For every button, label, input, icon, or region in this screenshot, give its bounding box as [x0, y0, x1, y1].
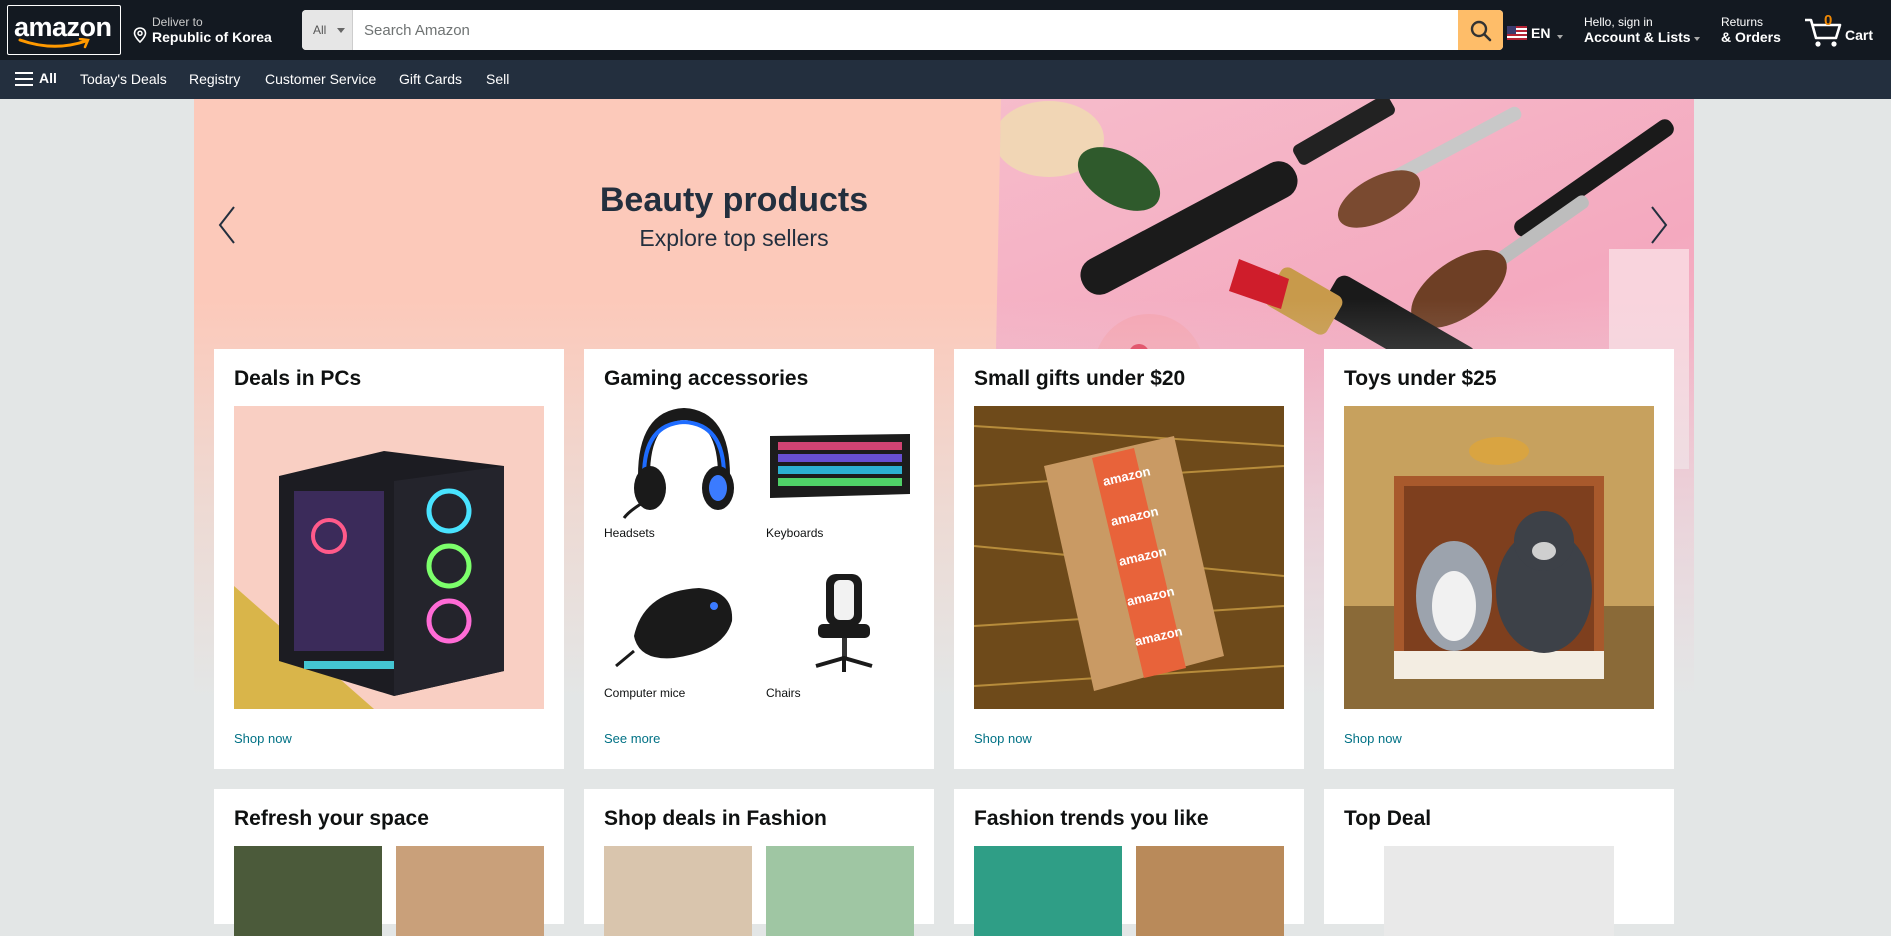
card-gaming-accessories: Gaming accessories Headsets Keyboards Co…	[584, 349, 934, 769]
plush-toys-image[interactable]	[1344, 406, 1654, 709]
returns-orders[interactable]: Returns & Orders	[1721, 13, 1791, 49]
card-fashion-trends: Fashion trends you like	[954, 789, 1304, 936]
cart[interactable]: 0 Cart	[1803, 10, 1883, 50]
card-shop-deals-fashion: Shop deals in Fashion	[584, 789, 934, 936]
nav-link-gift-cards[interactable]: Gift Cards	[399, 71, 462, 87]
gaming-item-caption: Keyboards	[766, 526, 824, 540]
search-input[interactable]	[354, 10, 1429, 50]
card-deals-in-pcs: Deals in PCs Shop now	[214, 349, 564, 769]
amazon-box-image[interactable]: amazon amazon amazon amazon amazon	[974, 406, 1284, 709]
logo-smile-icon	[18, 38, 90, 49]
orders-label: & Orders	[1721, 29, 1781, 45]
gaming-item-caption: Computer mice	[604, 686, 686, 700]
us-flag-icon	[1507, 26, 1527, 40]
dropdown-caret-icon	[337, 28, 345, 33]
top-deal-product-image[interactable]	[1384, 846, 1614, 936]
deliver-to-country: Republic of Korea	[152, 29, 272, 45]
tshirt-image[interactable]	[766, 846, 914, 936]
sub-nav: All Today's Deals Registry Customer Serv…	[0, 60, 1891, 99]
pc-case-image[interactable]	[234, 406, 544, 709]
nav-link-customer-service[interactable]: Customer Service	[265, 71, 376, 87]
account-label: Account & Lists	[1584, 29, 1691, 45]
card-title: Top Deal	[1344, 807, 1432, 830]
cart-label: Cart	[1845, 27, 1874, 43]
gaming-item-caption: Chairs	[766, 686, 801, 700]
orange-top-image[interactable]	[1136, 846, 1284, 936]
chair-image	[766, 566, 914, 682]
cart-icon	[1805, 18, 1842, 47]
card-toys-under-25: Toys under $25 Shop now	[1324, 349, 1674, 769]
hamburger-menu-icon	[15, 72, 33, 86]
card-top-deal: Top Deal	[1324, 789, 1674, 936]
search-department-label: All	[313, 23, 327, 37]
returns-label: Returns	[1721, 15, 1764, 29]
patterned-pants-image[interactable]	[974, 846, 1122, 936]
card-title: Shop deals in Fashion	[604, 807, 827, 830]
see-more-link[interactable]: See more	[604, 731, 660, 746]
card-title: Fashion trends you like	[974, 807, 1209, 830]
search-bar: All	[302, 10, 1503, 50]
card-title: Small gifts under $20	[974, 367, 1186, 390]
card-title: Toys under $25	[1344, 367, 1497, 390]
home-decor-image[interactable]	[234, 846, 382, 936]
card-refresh-your-space: Refresh your space	[214, 789, 564, 936]
shop-now-link[interactable]: Shop now	[974, 731, 1032, 746]
jeans-image[interactable]	[604, 846, 752, 936]
gaming-item-caption: Headsets	[604, 526, 655, 540]
keyboard-image	[766, 406, 914, 522]
language-code: EN	[1531, 25, 1551, 41]
search-icon	[1470, 20, 1492, 42]
all-menu-label: All	[39, 70, 57, 86]
towel-rack-image[interactable]	[396, 846, 544, 936]
location-pin-icon	[133, 27, 147, 43]
headset-image	[604, 406, 752, 522]
hero-title: Beauty products	[599, 181, 869, 219]
hero-subtitle: Explore top sellers	[639, 225, 829, 251]
account-caret-icon	[1694, 37, 1700, 41]
nav-link-sell[interactable]: Sell	[486, 71, 509, 87]
carousel-prev-icon[interactable]	[212, 203, 242, 247]
top-nav: amazon Deliver to Republic of Korea All	[0, 0, 1891, 60]
account-lists[interactable]: Hello, sign in Account & Lists	[1584, 13, 1704, 49]
deliver-to-label: Deliver to	[152, 15, 203, 29]
mouse-image	[604, 566, 752, 682]
card-title: Gaming accessories	[604, 367, 809, 390]
language-caret-icon	[1557, 35, 1563, 39]
search-button[interactable]	[1458, 10, 1503, 50]
card-title: Deals in PCs	[234, 367, 362, 390]
nav-link-registry[interactable]: Registry	[189, 71, 240, 87]
shop-now-link[interactable]: Shop now	[1344, 731, 1402, 746]
cart-count: 0	[1824, 12, 1833, 29]
amazon-logo[interactable]: amazon	[7, 5, 121, 55]
shop-now-link[interactable]: Shop now	[234, 731, 292, 746]
card-title: Refresh your space	[234, 807, 429, 830]
language-selector[interactable]: EN	[1507, 24, 1565, 44]
carousel-next-icon[interactable]	[1644, 203, 1674, 247]
deliver-to[interactable]: Deliver to Republic of Korea	[133, 13, 283, 49]
nav-link-todays-deals[interactable]: Today's Deals	[80, 71, 167, 87]
account-greeting: Hello, sign in	[1584, 15, 1653, 29]
search-department-select[interactable]: All	[302, 10, 353, 50]
card-small-gifts: Small gifts under $20 amazon amazon amaz…	[954, 349, 1304, 769]
